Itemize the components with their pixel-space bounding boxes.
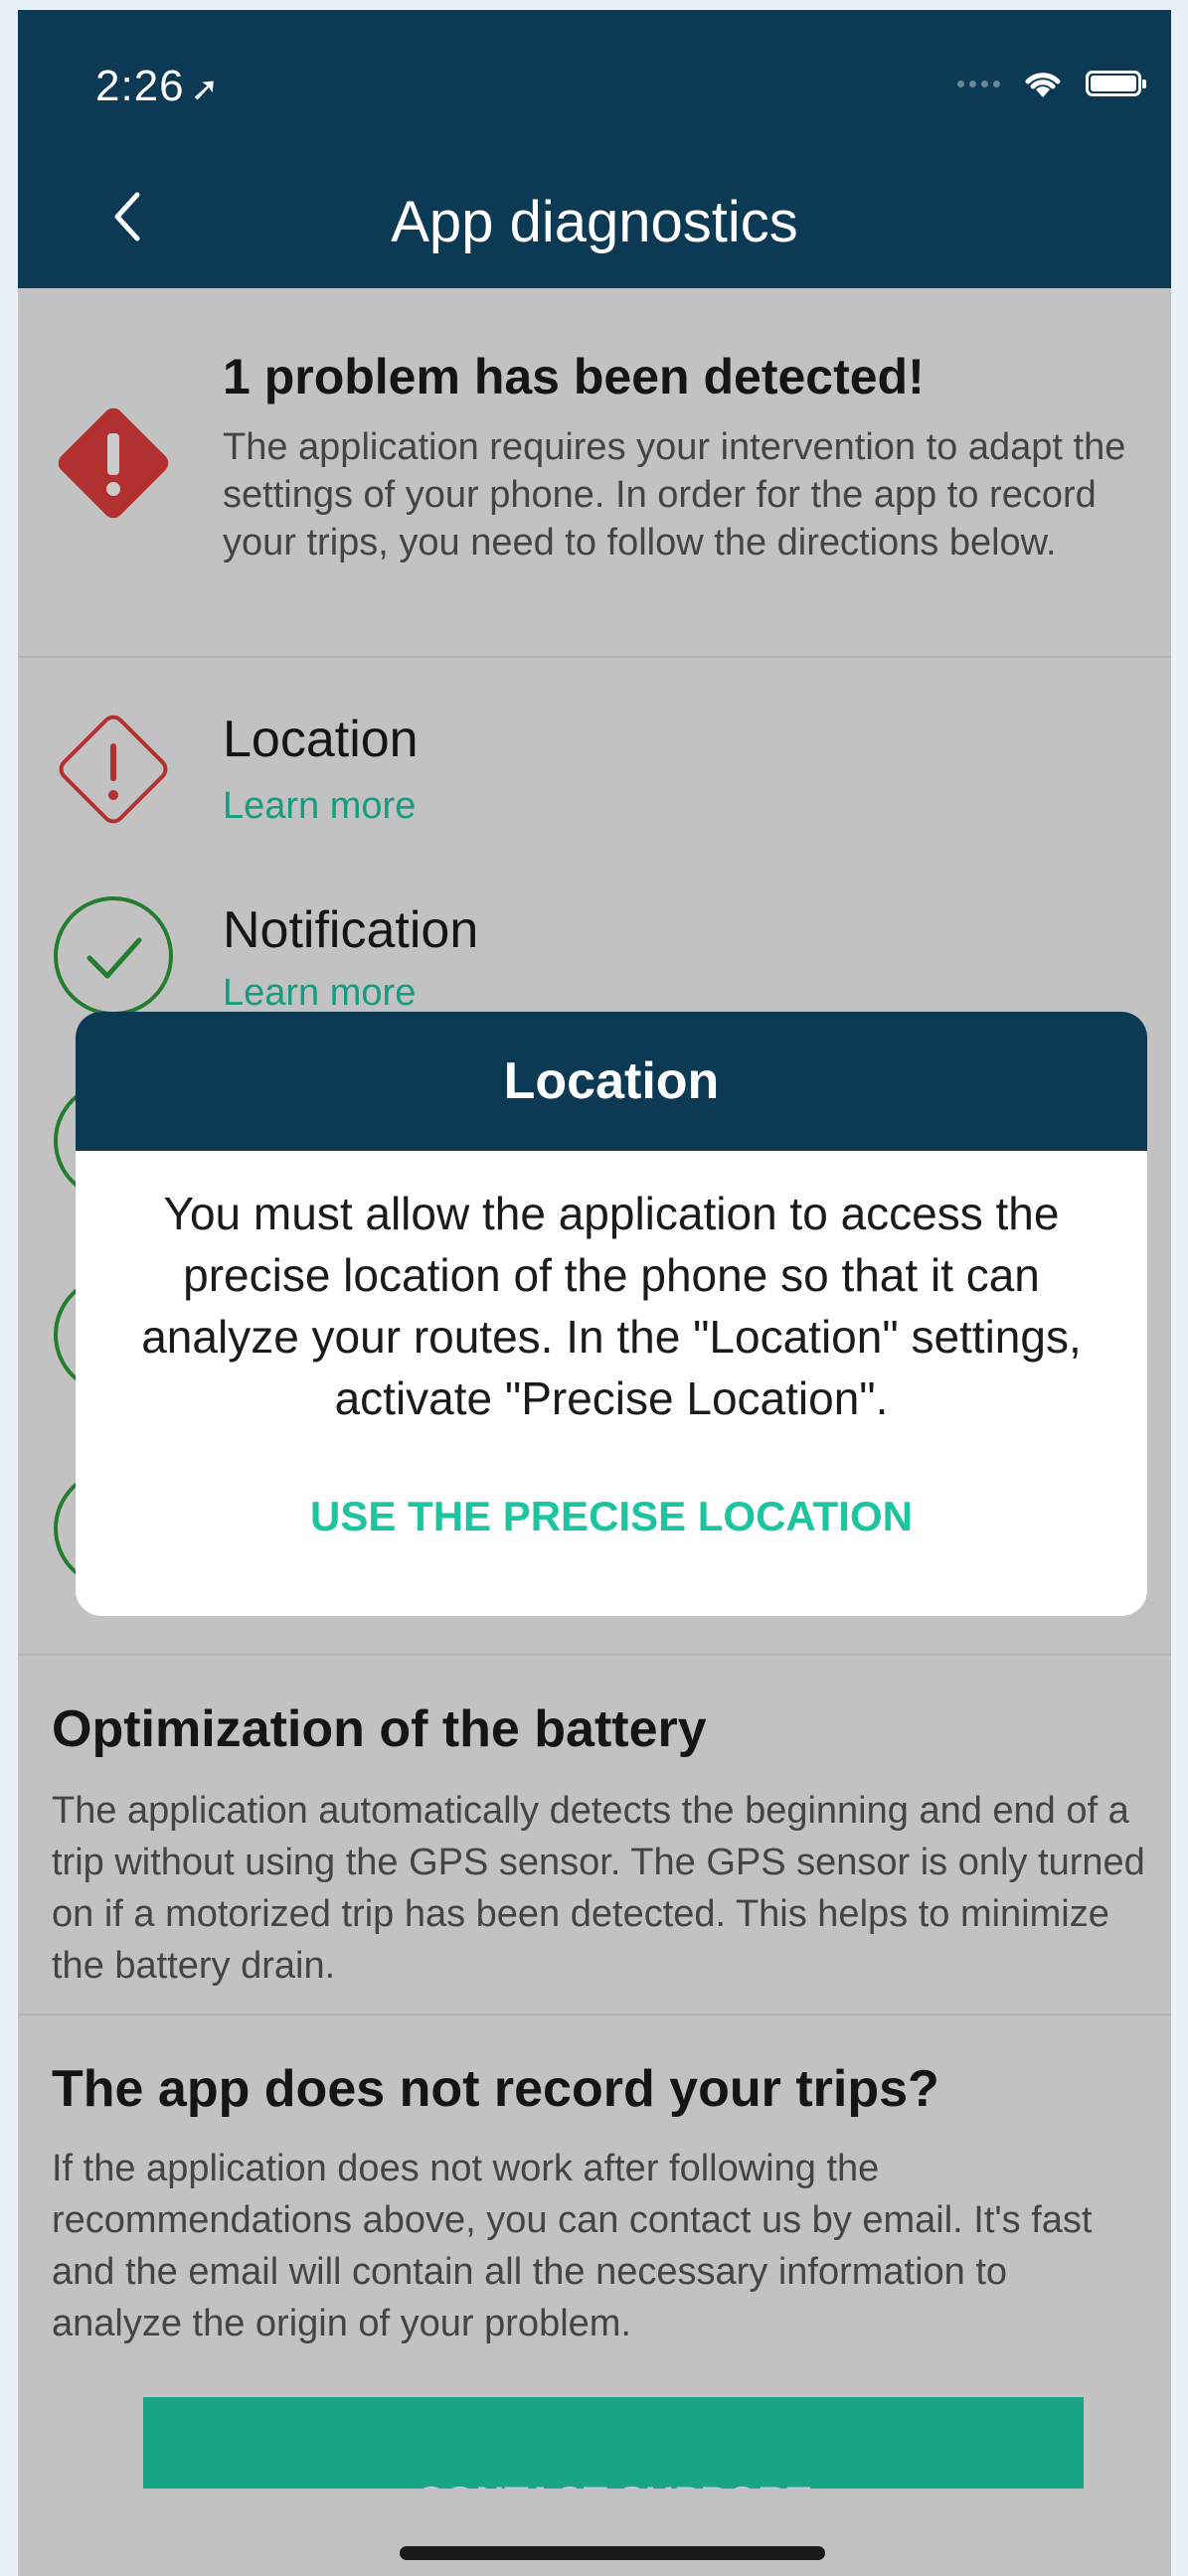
status-indicators [957, 68, 1146, 99]
app-screen: 2:26 ➚ App diagnostics 1 problem has bee… [18, 10, 1171, 2576]
dialog-message: You must allow the application to access… [141, 1188, 1082, 1424]
home-indicator[interactable] [400, 2546, 825, 2560]
status-time-text: 2:26 [95, 62, 185, 110]
app-header: 2:26 ➚ App diagnostics [18, 10, 1171, 288]
status-time: 2:26 ➚ [95, 62, 220, 111]
use-precise-location-button[interactable]: USE THE PRECISE LOCATION [76, 1493, 1147, 1540]
dialog-title: Location [76, 1012, 1147, 1151]
page-title: App diagnostics [391, 190, 798, 254]
cellular-signal-icon [957, 80, 1000, 87]
location-dialog: Location You must allow the application … [76, 1012, 1147, 1616]
wifi-icon [1025, 73, 1061, 97]
battery-icon [1086, 71, 1146, 96]
location-arrow-icon: ➚ [190, 71, 221, 108]
